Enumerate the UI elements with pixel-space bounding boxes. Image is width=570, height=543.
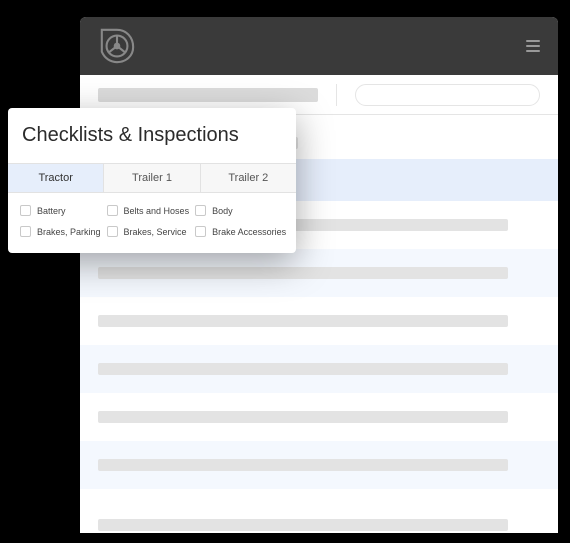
placeholder-line — [98, 519, 508, 531]
tab-tractor[interactable]: Tractor — [8, 164, 104, 192]
check-label: Body — [212, 206, 233, 216]
checklist-grid: Battery Belts and Hoses Body Brakes, Par… — [8, 193, 296, 243]
check-label: Belts and Hoses — [124, 206, 190, 216]
check-item-brake-accessories: Brake Accessories — [195, 226, 286, 237]
checklist-card: Checklists & Inspections Tractor Trailer… — [8, 108, 296, 253]
checkbox[interactable] — [195, 205, 206, 216]
check-item-belts-hoses: Belts and Hoses — [107, 205, 190, 216]
list-row[interactable] — [80, 441, 558, 489]
checkbox[interactable] — [20, 226, 31, 237]
checkbox[interactable] — [107, 205, 118, 216]
check-item-body: Body — [195, 205, 286, 216]
checkbox[interactable] — [195, 226, 206, 237]
menu-icon[interactable] — [526, 40, 540, 52]
tab-trailer-1[interactable]: Trailer 1 — [104, 164, 200, 192]
check-item-brakes-parking: Brakes, Parking — [20, 226, 101, 237]
list-row[interactable] — [80, 297, 558, 345]
app-window — [80, 17, 558, 533]
check-label: Brakes, Service — [124, 227, 187, 237]
check-label: Brake Accessories — [212, 227, 286, 237]
tab-trailer-2[interactable]: Trailer 2 — [201, 164, 296, 192]
checkbox[interactable] — [20, 205, 31, 216]
check-label: Battery — [37, 206, 66, 216]
toolbar-placeholder — [98, 88, 318, 102]
check-item-battery: Battery — [20, 205, 101, 216]
app-header — [80, 17, 558, 75]
placeholder-line — [98, 315, 508, 327]
search-input[interactable] — [355, 84, 540, 106]
tabs: Tractor Trailer 1 Trailer 2 — [8, 163, 296, 193]
placeholder-line — [98, 411, 508, 423]
check-item-brakes-service: Brakes, Service — [107, 226, 190, 237]
list-row[interactable] — [80, 345, 558, 393]
list-row[interactable] — [80, 489, 558, 533]
list-row[interactable] — [80, 249, 558, 297]
app-logo — [98, 27, 136, 65]
placeholder-line — [98, 363, 508, 375]
card-title: Checklists & Inspections — [8, 108, 296, 163]
check-label: Brakes, Parking — [37, 227, 101, 237]
placeholder-line — [98, 459, 508, 471]
checkbox[interactable] — [107, 226, 118, 237]
placeholder-line — [98, 267, 508, 279]
toolbar-divider — [336, 84, 337, 106]
list-row[interactable] — [80, 393, 558, 441]
